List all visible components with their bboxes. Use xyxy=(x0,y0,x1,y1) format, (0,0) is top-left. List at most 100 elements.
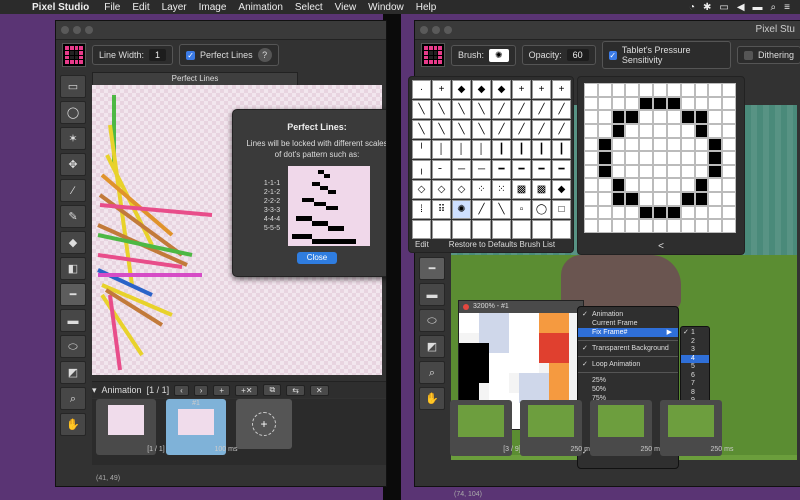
opacity-field[interactable]: 60 xyxy=(566,49,589,61)
brush-pixel[interactable] xyxy=(597,83,612,97)
flag-icon[interactable]: ▬ xyxy=(753,2,763,13)
menu-window[interactable]: Window xyxy=(368,2,404,13)
brush-dots-icon[interactable]: ⁞ xyxy=(412,200,431,219)
brush-pixel[interactable] xyxy=(722,123,736,138)
brush-bar-icon[interactable]: ╵ xyxy=(412,140,431,159)
brush-pixel[interactable] xyxy=(653,164,667,179)
bluetooth-icon[interactable]: ✱ xyxy=(703,2,711,13)
brush-pixel-grid[interactable] xyxy=(584,83,736,233)
brush-pixel[interactable] xyxy=(666,137,681,152)
submenu-item[interactable]: 6 xyxy=(681,372,709,381)
brush-pixel[interactable] xyxy=(708,137,723,152)
brush-plus-icon[interactable]: + xyxy=(512,80,531,99)
brush-pixel[interactable] xyxy=(708,83,723,97)
brush-dash-icon[interactable]: ━ xyxy=(532,160,551,179)
brush-slash-icon[interactable]: ╱ xyxy=(552,120,571,139)
brush-empty[interactable] xyxy=(472,220,491,239)
brush-pixel[interactable] xyxy=(722,110,736,124)
hand-tool-icon[interactable]: ✋ xyxy=(419,387,445,410)
brush-pixel[interactable] xyxy=(722,83,736,97)
brush-bar-icon[interactable]: │ xyxy=(452,140,471,159)
brush-bar-icon[interactable]: ┃ xyxy=(552,140,571,159)
brush-pixel[interactable] xyxy=(708,151,723,165)
brush-pixel[interactable] xyxy=(611,219,626,233)
brush-pixel[interactable] xyxy=(597,151,612,165)
brush-pixel[interactable] xyxy=(597,219,612,233)
brush-slash-icon[interactable]: ╲ xyxy=(432,100,451,119)
brush-pixel[interactable] xyxy=(680,219,695,233)
brush-bar-icon[interactable]: ┃ xyxy=(512,140,531,159)
frame-item[interactable]: 250 ms xyxy=(590,400,663,456)
brush-pixel[interactable] xyxy=(584,219,598,233)
brush-square-icon[interactable]: □ xyxy=(552,200,571,219)
brush-pixel[interactable] xyxy=(708,205,723,220)
brush-pixel[interactable] xyxy=(694,151,709,165)
brush-empty[interactable] xyxy=(432,220,451,239)
magic-wand-icon[interactable]: ✶ xyxy=(60,127,86,150)
line-tool-icon[interactable]: ━ xyxy=(419,257,445,280)
brush-bar-icon[interactable]: │ xyxy=(432,140,451,159)
brush-slash-icon[interactable]: ╲ xyxy=(412,120,431,139)
brush-pixel[interactable] xyxy=(639,110,654,124)
brush-pixel[interactable] xyxy=(639,96,654,111)
brush-pixel[interactable] xyxy=(611,123,626,138)
copy-frame-icon[interactable]: ⧉ xyxy=(263,384,282,396)
fill-bucket-icon[interactable]: ◩ xyxy=(60,361,86,384)
checkbox-icon[interactable]: ✓ xyxy=(186,50,196,60)
brush-pixel[interactable] xyxy=(680,205,695,220)
brush-pixel[interactable] xyxy=(666,219,681,233)
brush-pixel[interactable] xyxy=(722,192,736,206)
submenu-item[interactable]: 2 xyxy=(681,338,709,347)
edit-brushes-button[interactable]: Edit xyxy=(415,240,429,249)
brush-dash-icon[interactable]: ━ xyxy=(512,160,531,179)
brush-slash-icon[interactable]: ╱ xyxy=(512,100,531,119)
brush-pixel[interactable] xyxy=(625,110,640,124)
brush-bar-icon[interactable]: ╷ xyxy=(412,160,431,179)
brush-ring-icon[interactable]: ◯ xyxy=(532,200,551,219)
brush-pixel[interactable] xyxy=(653,219,667,233)
rectangle-tool-icon[interactable]: ▬ xyxy=(419,283,445,306)
brush-diamond-icon[interactable]: ◆ xyxy=(452,80,471,99)
brush-pixel[interactable] xyxy=(680,151,695,165)
collapse-icon[interactable]: ▾ xyxy=(92,385,97,396)
minimize-icon[interactable] xyxy=(432,26,440,34)
brush-empty[interactable] xyxy=(412,220,431,239)
brush-pixel[interactable] xyxy=(653,123,667,138)
menu-item[interactable]: ✓ Animation xyxy=(578,310,678,319)
brush-slash-icon[interactable]: ╲ xyxy=(452,120,471,139)
brush-pixel[interactable] xyxy=(611,110,626,124)
brush-pixel[interactable] xyxy=(666,110,681,124)
menu-image[interactable]: Image xyxy=(199,2,227,13)
prev-frame-icon[interactable]: ‹ xyxy=(174,384,189,396)
brush-pixel[interactable] xyxy=(653,96,667,111)
line-width-field[interactable]: 1 xyxy=(149,49,167,61)
brush-empty[interactable] xyxy=(552,220,571,239)
brush-preview-icon[interactable]: ✺ xyxy=(489,48,509,62)
brush-bar-icon[interactable]: ┃ xyxy=(532,140,551,159)
brush-pixel[interactable] xyxy=(722,178,736,193)
brush-pixel[interactable] xyxy=(694,178,709,193)
brush-pixel[interactable] xyxy=(666,96,681,111)
rect-select-tool-icon[interactable]: ▭ xyxy=(60,75,86,98)
brush-pixel[interactable] xyxy=(597,178,612,193)
brush-pixel[interactable] xyxy=(680,83,695,97)
brush-pixel[interactable] xyxy=(694,123,709,138)
brush-diamond-icon[interactable]: ◇ xyxy=(432,180,451,199)
ellipse-tool-icon[interactable]: ⬭ xyxy=(60,335,86,358)
brush-pixel[interactable] xyxy=(611,205,626,220)
brush-pixel[interactable] xyxy=(625,192,640,206)
wifi-icon[interactable]: ◔ xyxy=(689,2,695,13)
brush-pixel[interactable] xyxy=(611,151,626,165)
brush-pixel[interactable] xyxy=(722,205,736,220)
brush-pixel[interactable] xyxy=(722,151,736,165)
perfect-lines-toggle[interactable]: ✓ Perfect Lines ? xyxy=(179,44,279,66)
brush-diamond-icon[interactable]: ◆ xyxy=(472,80,491,99)
menu-item[interactable]: ✓ Transparent Background xyxy=(578,344,678,353)
menu-file[interactable]: File xyxy=(104,2,120,13)
eyedropper-icon[interactable]: ∕ xyxy=(60,179,86,202)
brush-pixel[interactable] xyxy=(680,178,695,193)
close-icon[interactable] xyxy=(420,26,428,34)
app-menu[interactable]: Pixel Studio xyxy=(32,2,89,13)
brush-empty[interactable] xyxy=(512,220,531,239)
brush-dot-icon[interactable]: · xyxy=(412,80,431,99)
